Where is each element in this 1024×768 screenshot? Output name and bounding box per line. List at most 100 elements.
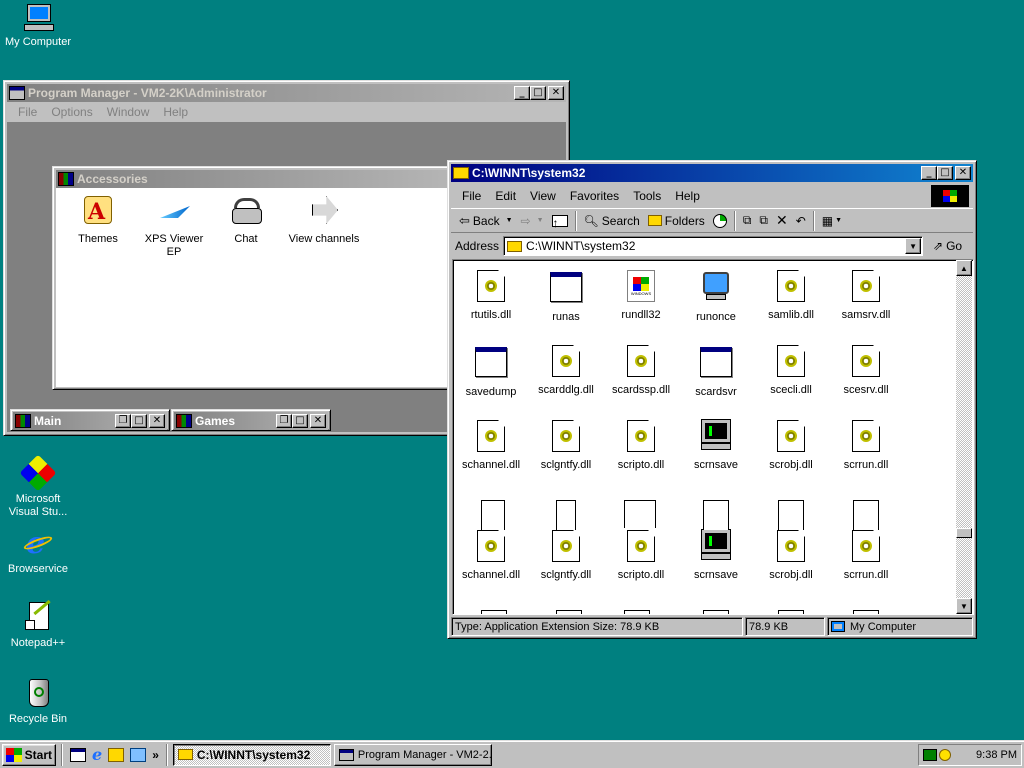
- menu-view[interactable]: View: [523, 189, 563, 203]
- vertical-scrollbar[interactable]: ▲ ▼: [956, 260, 972, 614]
- minimize-button[interactable]: _: [921, 166, 937, 180]
- file-item[interactable]: scrrun.dll: [828, 530, 904, 582]
- file-item[interactable]: scecli.dll: [753, 345, 829, 397]
- views-button[interactable]: ▦ ▼: [818, 210, 846, 232]
- menu-favorites[interactable]: Favorites: [563, 189, 626, 203]
- file-item[interactable]: scarddlg.dll: [528, 345, 604, 397]
- menu-window[interactable]: Window: [100, 105, 157, 119]
- maximize-button[interactable]: □: [530, 86, 546, 100]
- file-item[interactable]: rtutils.dll: [453, 270, 529, 322]
- address-input[interactable]: C:\WINNT\system32 ▼: [503, 236, 924, 256]
- file-item[interactable]: savedump: [453, 345, 529, 399]
- menu-edit[interactable]: Edit: [488, 189, 523, 203]
- file-item[interactable]: runonce: [678, 270, 754, 324]
- program-item-xps-viewer[interactable]: XPS Viewer EP: [136, 194, 212, 259]
- chevron-down-icon[interactable]: ▼: [506, 217, 513, 224]
- maximize-button[interactable]: □: [131, 414, 147, 428]
- outlook-express-icon[interactable]: [108, 747, 125, 762]
- explorer-titlebar[interactable]: C:\WINNT\system32 _ □ ✕: [451, 164, 973, 182]
- file-item[interactable]: WINDOWS rundll32: [603, 270, 679, 322]
- maximize-button[interactable]: □: [937, 166, 953, 180]
- file-item[interactable]: schannel.dll: [453, 420, 529, 472]
- task-program-manager[interactable]: Program Manager - VM2-2...: [333, 743, 492, 766]
- window-title: C:\WINNT\system32: [472, 166, 586, 180]
- file-item[interactable]: sclgntfy.dll: [528, 420, 604, 472]
- desktop-icon-browservice[interactable]: e Browservice: [0, 526, 76, 576]
- file-item[interactable]: scrnsave: [678, 529, 754, 582]
- menu-file[interactable]: File: [11, 105, 44, 119]
- program-item-view-channels[interactable]: View channels: [284, 194, 364, 246]
- delete-button[interactable]: ✕: [772, 210, 792, 232]
- search-button[interactable]: 🔍︎ Search: [580, 210, 644, 232]
- menu-help[interactable]: Help: [156, 105, 195, 119]
- visual-studio-icon: [19, 454, 57, 492]
- close-button[interactable]: ✕: [955, 166, 971, 180]
- undo-button[interactable]: ↶: [792, 210, 810, 232]
- menu-help[interactable]: Help: [668, 189, 707, 203]
- program-item-themes[interactable]: A Themes: [60, 194, 136, 246]
- desktop-icon-my-computer[interactable]: My Computer: [0, 2, 76, 49]
- program-item-label: XPS Viewer EP: [144, 233, 204, 258]
- go-button[interactable]: ⇗ Go: [929, 235, 966, 257]
- menu-file[interactable]: File: [455, 189, 488, 203]
- scroll-up-button[interactable]: ▲: [956, 260, 972, 276]
- file-item[interactable]: scrrun.dll: [828, 420, 904, 472]
- forward-arrow-icon: ⇨: [520, 213, 531, 228]
- file-item[interactable]: scripto.dll: [603, 530, 679, 582]
- accessories-titlebar[interactable]: Accessories: [56, 170, 450, 188]
- forward-button[interactable]: ⇨ ▼: [517, 210, 548, 232]
- file-item[interactable]: samsrv.dll: [828, 270, 904, 322]
- windows-flag-icon: [943, 190, 957, 202]
- file-item[interactable]: runas: [528, 270, 604, 324]
- up-folder-button[interactable]: ↑: [548, 210, 572, 232]
- arrow-up-icon: ▲: [960, 263, 968, 273]
- desktop-icon-recycle-bin[interactable]: Recycle Bin: [0, 676, 76, 726]
- restore-button[interactable]: ❐: [115, 414, 131, 428]
- scroll-down-button[interactable]: ▼: [956, 598, 972, 614]
- main-group-minimized[interactable]: Main ❐ □ ✕: [10, 409, 170, 431]
- file-item[interactable]: scardssp.dll: [603, 345, 679, 397]
- menu-options[interactable]: Options: [44, 105, 99, 119]
- file-name: sclgntfy.dll: [540, 459, 592, 471]
- restore-button[interactable]: ❐: [276, 414, 292, 428]
- address-dropdown-button[interactable]: ▼: [905, 238, 922, 254]
- move-to-button[interactable]: ⧉: [739, 210, 756, 232]
- partial-file-icon: [624, 610, 650, 614]
- file-item[interactable]: sclgntfy.dll: [528, 530, 604, 582]
- games-group-minimized[interactable]: Games ❐ □ ✕: [171, 409, 331, 431]
- file-item[interactable]: scardsvr: [678, 345, 754, 399]
- maximize-button[interactable]: □: [292, 414, 308, 428]
- start-button[interactable]: Start: [2, 743, 56, 766]
- file-item[interactable]: scrobj.dll: [753, 530, 829, 582]
- desktop-icon-visual-studio[interactable]: Microsoft Visual Stu...: [0, 454, 76, 519]
- file-item[interactable]: scrobj.dll: [753, 420, 829, 472]
- minimize-button[interactable]: _: [514, 86, 530, 100]
- desktop-icon-notepadpp[interactable]: ↗ Notepad++: [0, 599, 76, 650]
- program-item-chat[interactable]: Chat: [208, 194, 284, 246]
- task-explorer[interactable]: C:\WINNT\system32: [172, 743, 331, 766]
- back-button[interactable]: ⇦ Back ▼: [455, 210, 517, 232]
- scroll-thumb[interactable]: [956, 528, 972, 538]
- channels-icon[interactable]: [130, 747, 147, 762]
- copy-to-button[interactable]: ⧉: [755, 210, 772, 232]
- close-button[interactable]: ✕: [310, 414, 326, 428]
- dll-file-icon: [850, 345, 882, 379]
- history-button[interactable]: [709, 210, 731, 232]
- internet-explorer-icon[interactable]: e: [92, 745, 102, 764]
- show-desktop-icon[interactable]: [70, 747, 86, 762]
- file-item[interactable]: schannel.dll: [453, 530, 529, 582]
- file-item[interactable]: scesrv.dll: [828, 345, 904, 397]
- file-item[interactable]: samlib.dll: [753, 270, 829, 322]
- close-button[interactable]: ✕: [548, 86, 564, 100]
- scheduler-icon[interactable]: [939, 748, 951, 761]
- file-item[interactable]: scripto.dll: [603, 420, 679, 472]
- clock[interactable]: 9:38 PM: [976, 749, 1017, 761]
- network-icon[interactable]: [923, 748, 937, 761]
- close-button[interactable]: ✕: [149, 414, 165, 428]
- folders-icon: [647, 215, 662, 226]
- file-item[interactable]: scrnsave: [678, 419, 754, 472]
- folders-button[interactable]: Folders: [644, 210, 709, 232]
- quicklaunch-more-button[interactable]: »: [152, 748, 159, 762]
- menu-tools[interactable]: Tools: [626, 189, 668, 203]
- program-manager-titlebar[interactable]: Program Manager - VM2-2K\Administrator _…: [7, 84, 566, 102]
